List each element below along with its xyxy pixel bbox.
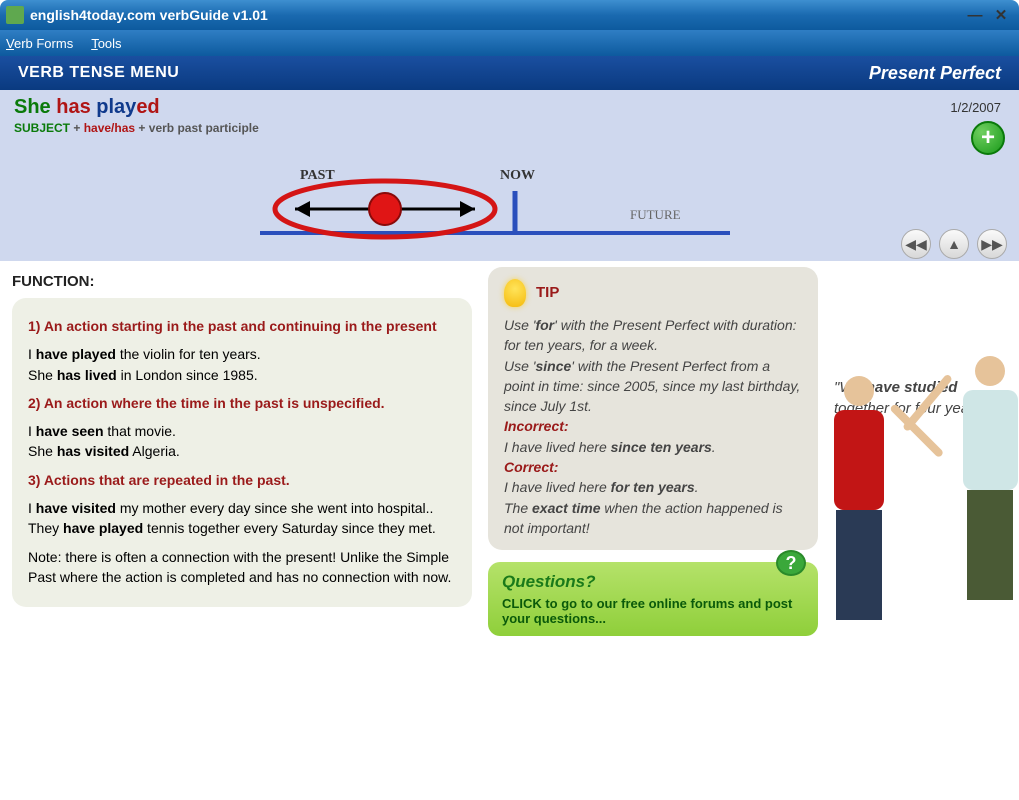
timeline: PAST NOW FUTURE ◀◀ ▲ ▶▶: [0, 161, 1019, 261]
nav-buttons: ◀◀ ▲ ▶▶: [901, 229, 1007, 259]
tip-exact-time: The exact time when the action happened …: [504, 498, 802, 539]
tip-title-row: TIP: [504, 279, 802, 307]
questions-body: CLICK to go to our free online forums an…: [502, 596, 804, 626]
timeline-svg: PAST NOW FUTURE: [170, 161, 870, 261]
nav-prev-button[interactable]: ◀◀: [901, 229, 931, 259]
function-h3: 3) Actions that are repeated in the past…: [28, 470, 456, 490]
people-illustration: [824, 336, 1019, 626]
formula: SUBJECT + have/has + verb past participl…: [14, 121, 950, 135]
menu-tools[interactable]: Tools: [91, 36, 121, 51]
timeline-past-label: PAST: [300, 168, 335, 183]
window-titlebar: english4today.com verbGuide v1.01 — ✕: [0, 0, 1019, 30]
tip-since: Use 'since' with the Present Perfect fro…: [504, 356, 802, 417]
function-ex3: I have visited my mother every day since…: [28, 498, 456, 539]
function-column: FUNCTION: 1) An action starting in the p…: [12, 267, 472, 636]
tip-for: Use 'for' with the Present Perfect with …: [504, 315, 802, 356]
function-h2: 2) An action where the time in the past …: [28, 393, 456, 413]
tip-incorrect: Incorrect:I have lived here since ten ye…: [504, 416, 802, 457]
example-bar: She has played SUBJECT + have/has + verb…: [0, 90, 1019, 161]
menu-verb-forms-label: erb Forms: [14, 36, 73, 51]
tip-title: TIP: [536, 282, 559, 304]
timeline-future-label: FUTURE: [630, 207, 681, 222]
header-band: VERB TENSE MENU Present Perfect: [0, 56, 1019, 90]
lightbulb-icon: [504, 279, 526, 307]
app-icon: [6, 6, 24, 24]
verb-tense-menu-label[interactable]: VERB TENSE MENU: [18, 64, 869, 82]
formula-subject: SUBJECT: [14, 121, 70, 135]
tip-panel: TIP Use 'for' with the Present Perfect w…: [488, 267, 818, 550]
function-ex2: I have seen that movie.She has visited A…: [28, 421, 456, 462]
timeline-marker: [369, 193, 401, 225]
questions-title: Questions?: [502, 572, 804, 592]
current-tense-label: Present Perfect: [869, 63, 1001, 84]
example-aux: has: [56, 96, 90, 118]
nav-next-button[interactable]: ▶▶: [977, 229, 1007, 259]
function-note: Note: there is often a connection with t…: [28, 547, 456, 588]
example-verb-root: play: [96, 96, 136, 118]
function-panel: 1) An action starting in the past and co…: [12, 298, 472, 607]
example-sentence: She has played: [14, 96, 950, 121]
function-h1: 1) An action starting in the past and co…: [28, 316, 456, 336]
menu-verb-forms[interactable]: Verb Forms: [6, 36, 73, 51]
tip-correct: Correct:I have lived here for ten years.: [504, 457, 802, 498]
function-heading: FUNCTION:: [12, 267, 472, 298]
questions-panel[interactable]: ? Questions? CLICK to go to our free onl…: [488, 562, 818, 636]
nav-up-button[interactable]: ▲: [939, 229, 969, 259]
add-icon[interactable]: +: [971, 121, 1005, 155]
close-button[interactable]: ✕: [989, 4, 1013, 26]
example-verb-suffix: ed: [136, 96, 159, 118]
tip-column: TIP Use 'for' with the Present Perfect w…: [488, 267, 818, 636]
content: FUNCTION: 1) An action starting in the p…: [0, 261, 1019, 648]
window-title: english4today.com verbGuide v1.01: [30, 7, 961, 23]
function-ex1a: I have played the violin for ten years.S…: [28, 344, 456, 385]
image-column: "We have studied together for four years…: [834, 267, 1007, 636]
date-label: 1/2/2007: [950, 96, 1005, 121]
menubar: Verb Forms Tools: [0, 30, 1019, 56]
example-subject: She: [14, 96, 51, 118]
person-left: [824, 376, 894, 626]
timeline-now-label: NOW: [500, 168, 535, 183]
formula-verb: verb past participle: [149, 121, 259, 135]
menu-tools-label: ools: [98, 36, 122, 51]
formula-havehas: have/has: [84, 121, 135, 135]
person-right: [950, 356, 1019, 626]
minimize-button[interactable]: —: [963, 4, 987, 26]
